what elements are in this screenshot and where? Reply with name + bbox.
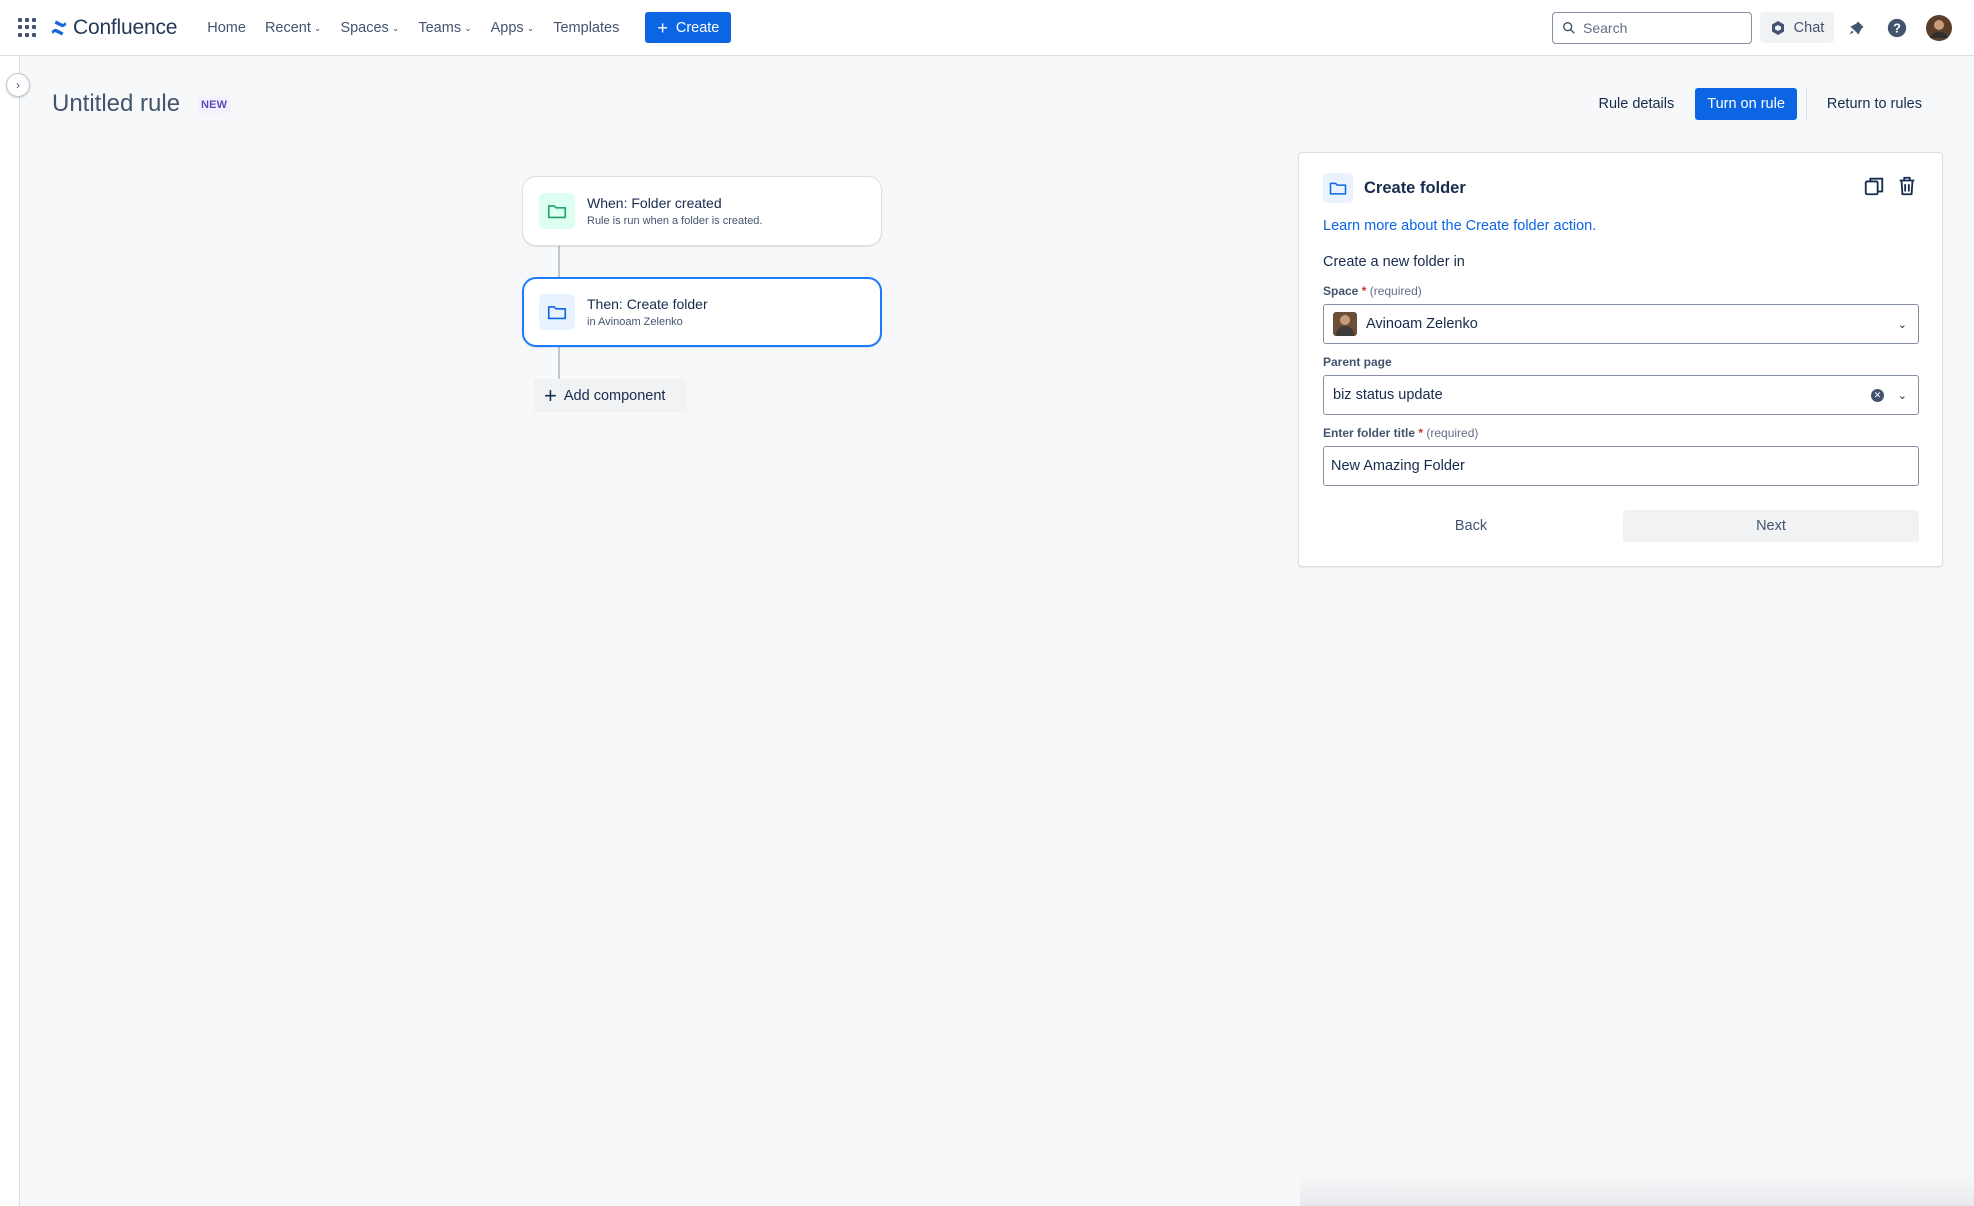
create-button[interactable]: + Create [645,12,732,43]
search-placeholder: Search [1583,20,1628,36]
required-text: (required) [1369,284,1422,298]
back-button[interactable]: Back [1323,510,1619,542]
brand-name: Confluence [73,15,178,39]
confluence-logo[interactable]: Confluence [50,16,177,40]
chevron-down-icon[interactable]: ⌄ [1898,318,1907,331]
nav-apps[interactable]: Apps ⌄ [491,20,535,36]
nav-spaces-label: Spaces [340,19,389,36]
rule-details-button[interactable]: Rule details [1586,88,1686,120]
help-icon[interactable]: ? [1885,16,1909,40]
delete-icon[interactable] [1894,173,1920,199]
folder-icon [539,193,575,229]
space-avatar [1333,312,1357,336]
confluence-logo-icon [51,20,67,35]
plus-icon: + [544,382,557,408]
space-label-text: Space [1323,284,1359,298]
flow-connector [558,245,560,278]
trigger-subtitle: Rule is run when a folder is created. [587,215,763,227]
sidebar-rail [0,56,20,1206]
nav-spaces[interactable]: Spaces ⌄ [340,20,399,36]
return-to-rules-button[interactable]: Return to rules [1815,88,1934,120]
user-avatar[interactable] [1926,15,1952,41]
new-badge: NEW [197,97,232,113]
learn-more-link[interactable]: Learn more about the Create folder actio… [1323,218,1596,234]
chat-button[interactable]: Chat [1760,12,1834,43]
action-title: Then: Create folder [587,296,708,312]
required-mark: * [1361,284,1367,298]
chevron-down-icon[interactable]: ⌄ [1898,389,1907,402]
parent-page-select[interactable]: biz status update ✕ ⌄ [1323,375,1919,415]
trigger-title: When: Folder created [587,195,722,211]
rovo-chat-icon [1771,20,1784,35]
parent-page-label: Parent page [1323,355,1392,369]
nav-teams[interactable]: Teams ⌄ [418,20,471,36]
folder-title-input[interactable] [1323,446,1919,486]
folder-icon [1323,173,1353,203]
bottom-shadow [1300,1175,1974,1206]
nav-recent-label: Recent [264,19,311,36]
search-icon [1563,22,1575,34]
nav-apps-label: Apps [490,19,524,36]
add-component-button[interactable]: + Add component [534,379,687,412]
chevron-down-icon: ⌄ [313,23,322,33]
panel-intro: Create a new folder in [1323,254,1465,270]
flow-connector [558,346,560,379]
notifications-icon[interactable] [1845,16,1869,40]
space-label: Space * (required) [1323,284,1422,298]
search-input[interactable]: Search [1552,12,1752,44]
nav-home-label: Home [207,19,246,36]
nav-recent[interactable]: Recent ⌄ [265,20,322,36]
space-value: Avinoam Zelenko [1366,316,1478,332]
parent-page-value: biz status update [1333,387,1443,403]
panel-header: Create folder [1323,173,1466,203]
next-button[interactable]: Next [1623,510,1919,542]
create-button-label: Create [675,19,720,36]
folder-title-label-text: Enter folder title [1323,426,1416,440]
app-switcher-icon[interactable] [18,17,38,38]
rule-title[interactable]: Untitled rule [52,90,180,118]
required-mark: * [1418,426,1424,440]
chevron-right-icon: › [16,78,20,92]
nav-teams-label: Teams [418,19,462,36]
divider [1805,88,1807,120]
nav-templates[interactable]: Templates [553,20,619,36]
parent-page-label-text: Parent page [1323,355,1392,369]
folder-title-label: Enter folder title * (required) [1323,426,1478,440]
header-actions: Rule details Turn on rule Return to rule… [1586,88,1934,120]
action-config-panel: Create folder Learn more about the Creat… [1298,152,1943,567]
chevron-down-icon: ⌄ [391,23,400,33]
panel-tools [1854,173,1920,199]
duplicate-icon[interactable] [1861,173,1887,199]
clear-icon[interactable]: ✕ [1871,389,1884,402]
trigger-card[interactable]: When: Folder created Rule is run when a … [522,176,882,246]
action-card[interactable]: Then: Create folder in Avinoam Zelenko [522,277,882,347]
turn-on-rule-button[interactable]: Turn on rule [1695,88,1797,120]
expand-sidebar-button[interactable]: › [6,73,30,97]
action-subtitle: in Avinoam Zelenko [587,316,683,328]
plus-icon: + [657,17,668,38]
folder-icon [539,294,575,330]
panel-title: Create folder [1364,178,1466,197]
space-select[interactable]: Avinoam Zelenko ⌄ [1323,304,1919,344]
chevron-down-icon: ⌄ [526,23,535,33]
svg-text:?: ? [1893,21,1901,36]
required-text: (required) [1426,426,1479,440]
top-navigation: Confluence Home Recent ⌄ Spaces ⌄ Teams ⌄ A… [0,0,1974,56]
chevron-down-icon: ⌄ [464,23,472,33]
add-component-label: Add component [563,387,666,404]
chat-label: Chat [1793,19,1825,36]
nav-home[interactable]: Home [207,20,246,36]
nav-templates-label: Templates [553,19,620,36]
